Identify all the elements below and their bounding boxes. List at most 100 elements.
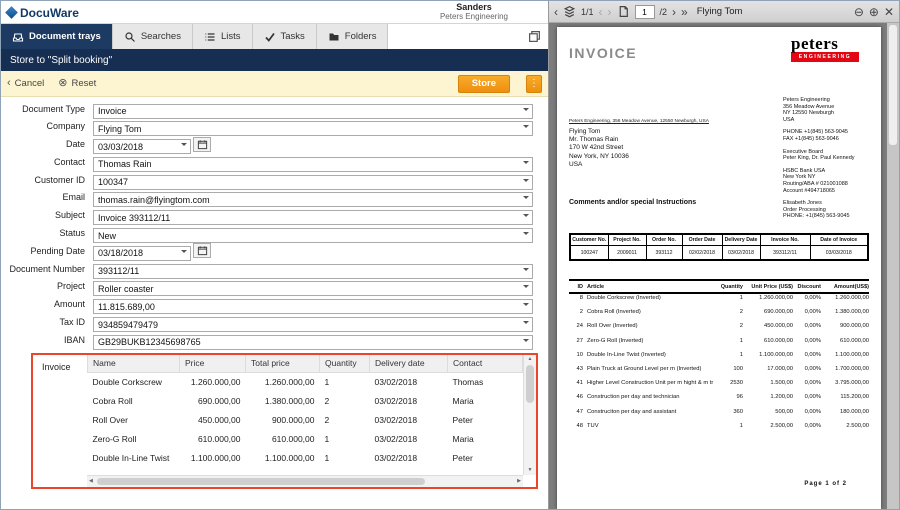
- company-address: Peters Engineering 356 Meadow Avenue NY …: [783, 97, 879, 123]
- invoice-table-row[interactable]: Double Corkscrew 1.260.000,00 1.260.000,…: [88, 372, 523, 391]
- invoice-document-page[interactable]: INVOICE peters ENGINEERING Peters Engine…: [557, 27, 881, 509]
- invoice-table-row[interactable]: Zero-G Roll 610.000,00 610.000,00 1 03/0…: [88, 429, 523, 448]
- cell-contact: Thomas: [448, 372, 523, 391]
- scrollbar-thumb[interactable]: [889, 25, 897, 145]
- bank-details: HSBC Bank USA New York NY Routing/ABA # …: [783, 168, 879, 194]
- chevron-down-icon[interactable]: [519, 280, 532, 293]
- scrollbar-thumb[interactable]: [526, 365, 534, 403]
- cancel-button[interactable]: ‹ Cancel: [7, 78, 44, 89]
- project-input[interactable]: [93, 281, 533, 296]
- column-header-name[interactable]: Name: [88, 355, 180, 372]
- user-info[interactable]: Sanders Peters Engineering: [440, 3, 508, 22]
- item-id: 47: [569, 409, 583, 415]
- document-type-input[interactable]: [93, 104, 533, 119]
- store-button[interactable]: Store: [458, 75, 510, 93]
- document-number-input[interactable]: [93, 264, 533, 279]
- company-input[interactable]: [93, 121, 533, 136]
- scroll-up-icon[interactable]: ▲: [526, 355, 535, 364]
- date-picker-button[interactable]: [193, 137, 211, 152]
- chevron-down-icon[interactable]: [519, 209, 532, 222]
- collapse-viewer-icon[interactable]: ‹: [554, 6, 558, 18]
- column-header-delivery-date[interactable]: Delivery date: [370, 355, 448, 372]
- close-viewer-icon[interactable]: ✕: [884, 6, 894, 18]
- recipient-address: Flying Tom Mr. Thomas Rain 170 W 42nd St…: [569, 128, 629, 169]
- next-document-icon[interactable]: ›: [608, 6, 612, 18]
- tax-id-input[interactable]: [93, 317, 533, 332]
- scroll-down-icon[interactable]: ▼: [526, 466, 535, 475]
- scrollbar-track[interactable]: [524, 364, 536, 466]
- amount-input[interactable]: [93, 299, 533, 314]
- viewer-toolbar: ‹ 1/1 ‹ › /2 › » Flying Tom ⊖ ⊕ ✕: [549, 1, 899, 23]
- page-number-input[interactable]: [635, 5, 655, 19]
- open-new-window-button[interactable]: [520, 24, 548, 49]
- items-header-unit-price: Unit Price (US$): [743, 284, 793, 290]
- field-label-pending-date: Pending Date: [1, 246, 93, 256]
- tab-lists[interactable]: Lists: [193, 24, 253, 49]
- zoom-out-icon[interactable]: ⊖: [854, 6, 864, 18]
- email-input[interactable]: [93, 192, 533, 207]
- scroll-right-icon[interactable]: ▶: [515, 477, 523, 486]
- item-article: Plain Truck at Ground Level per m (Inver…: [583, 366, 713, 372]
- iban-input[interactable]: [93, 335, 533, 350]
- column-header-contact[interactable]: Contact: [448, 355, 523, 372]
- status-input[interactable]: [93, 228, 533, 243]
- chevron-down-icon[interactable]: [519, 316, 532, 329]
- next-page-icon[interactable]: ›: [672, 6, 676, 18]
- invoice-table-row[interactable]: Double In-Line Twist 1.100.000,00 1.100.…: [88, 448, 523, 467]
- field-label-document-number: Document Number: [1, 264, 93, 274]
- invoice-line-item: 41 Higher Level Construction Unit per m …: [569, 380, 869, 394]
- column-header-price[interactable]: Price: [180, 355, 246, 372]
- table-vertical-scrollbar[interactable]: ▲ ▼: [523, 355, 536, 475]
- chevron-down-icon[interactable]: [519, 191, 532, 204]
- scrollbar-thumb[interactable]: [97, 478, 425, 485]
- chevron-down-icon[interactable]: [519, 262, 532, 275]
- cell-name: Double In-Line Twist: [88, 448, 180, 467]
- customer-id-input[interactable]: [93, 175, 533, 190]
- chevron-down-icon[interactable]: [519, 333, 532, 346]
- chevron-down-icon[interactable]: [519, 298, 532, 311]
- zoom-in-icon[interactable]: ⊕: [869, 6, 879, 18]
- customer-id-field: [93, 172, 533, 187]
- invoice-table-row[interactable]: Cobra Roll 690.000,00 1.380.000,00 2 03/…: [88, 391, 523, 410]
- thumbnails-icon[interactable]: [563, 5, 576, 18]
- invoice-line-item: 24 Roll Over (Inverted) 2 450.000,00 0,0…: [569, 323, 869, 337]
- form-row-document-type: Document Type: [1, 101, 548, 116]
- chevron-down-icon[interactable]: [177, 244, 190, 257]
- document-number-field: [93, 261, 533, 276]
- scroll-left-icon[interactable]: ◀: [87, 477, 95, 486]
- item-amount: 1.100.000,00: [821, 352, 869, 358]
- chevron-down-icon[interactable]: [177, 138, 190, 151]
- invoice-table-row[interactable]: Roll Over 450.000,00 900.000,00 2 03/02/…: [88, 410, 523, 429]
- subject-input[interactable]: [93, 210, 533, 225]
- viewer-vertical-scrollbar[interactable]: [887, 23, 899, 509]
- item-article: Cobra Roll (Inverted): [583, 309, 713, 315]
- last-page-icon[interactable]: »: [681, 6, 688, 18]
- info-header: Order Date: [682, 234, 722, 246]
- chevron-down-icon[interactable]: [519, 120, 532, 133]
- field-label-amount: Amount: [1, 299, 93, 309]
- chevron-down-icon[interactable]: [519, 173, 532, 186]
- chevron-down-icon[interactable]: [519, 227, 532, 240]
- chevron-down-icon[interactable]: [519, 155, 532, 168]
- tab-document-trays[interactable]: Document trays: [1, 24, 113, 49]
- column-header-quantity[interactable]: Quantity: [320, 355, 370, 372]
- sender-line: Peters Engineering, 356 Meadow Avenue, 1…: [569, 119, 709, 124]
- reset-button[interactable]: ⊗ Reset: [58, 78, 96, 89]
- tab-folders[interactable]: Folders: [317, 24, 389, 49]
- item-discount: 0,00%: [793, 295, 821, 301]
- lists-icon: [204, 31, 216, 43]
- form-row-contact: Contact: [1, 154, 548, 169]
- contact-input[interactable]: [93, 157, 533, 172]
- tab-tasks[interactable]: Tasks: [253, 24, 317, 49]
- scrollbar-track[interactable]: [95, 476, 515, 487]
- column-header-total-price[interactable]: Total price: [246, 355, 320, 372]
- company-field: [93, 119, 533, 134]
- tab-searches[interactable]: Searches: [113, 24, 193, 49]
- table-horizontal-scrollbar[interactable]: ◀ ▶: [87, 475, 523, 487]
- pending-date-picker-button[interactable]: [193, 243, 211, 258]
- store-options-button[interactable]: ⋮: [526, 75, 542, 93]
- new-window-icon: [528, 30, 541, 43]
- prev-document-icon[interactable]: ‹: [599, 6, 603, 18]
- item-article: Zero-G Roll (Inverted): [583, 338, 713, 344]
- chevron-down-icon[interactable]: [519, 102, 532, 115]
